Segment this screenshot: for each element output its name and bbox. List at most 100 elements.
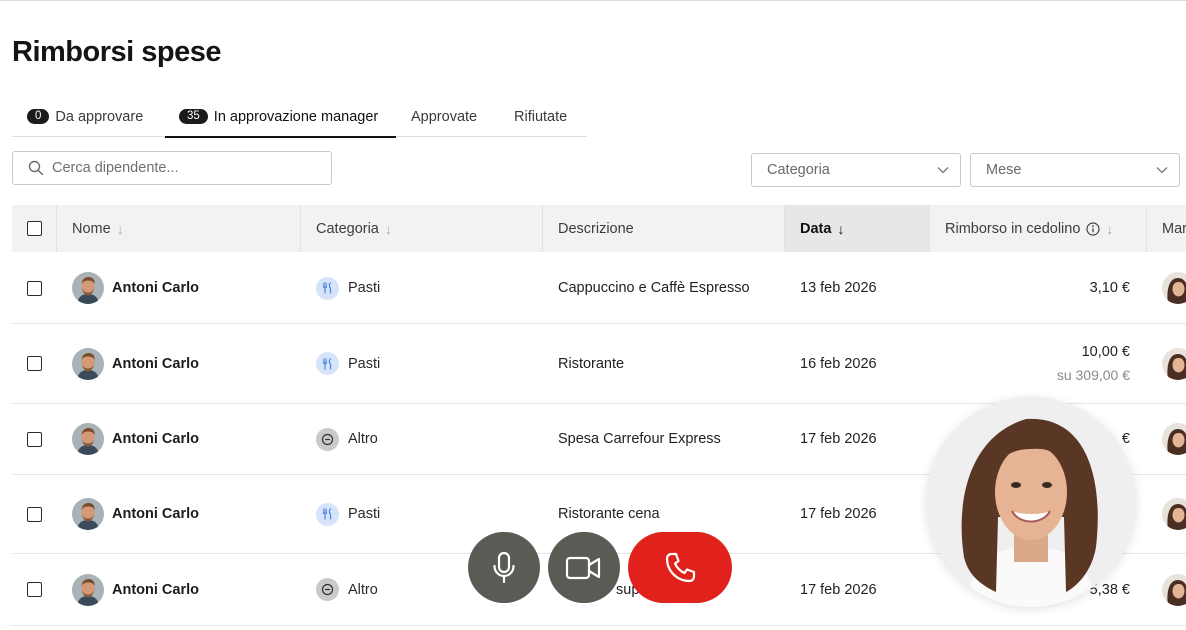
employee-name: Antoni Carlo — [112, 280, 199, 296]
description-cell: Ristorante — [558, 324, 624, 403]
column-header-label: Nome — [72, 220, 111, 237]
date-cell: 17 feb 2026 — [800, 475, 877, 553]
phone-end-icon — [665, 552, 696, 582]
chevron-down-icon — [937, 167, 949, 174]
minus-circle-icon — [316, 427, 339, 451]
month-filter-label: Mese — [986, 162, 1022, 178]
date-cell: 17 feb 2026 — [800, 554, 877, 625]
fork-knife-icon — [316, 502, 339, 526]
table-header: Nome ↓ Categoria ↓ Descrizione Data ↓ Rimbo… — [12, 205, 1186, 252]
row-checkbox[interactable] — [26, 356, 42, 371]
row-select-cell — [12, 404, 56, 474]
tab-label: In approvazione manager — [213, 108, 379, 125]
avatar — [72, 574, 104, 606]
tab-approvate[interactable]: Approvate — [396, 96, 499, 137]
tab-label: Da approvare — [55, 108, 144, 125]
column-header-date[interactable]: Data ↓ — [784, 205, 929, 252]
row-checkbox[interactable] — [26, 506, 42, 522]
table-row[interactable]: Antoni Carlo Pasti Ristorante 16 feb 202… — [12, 324, 1186, 404]
date-text: 16 feb 2026 — [800, 355, 877, 372]
category-label: Altro — [348, 431, 378, 447]
description-cell: Cappuccino e Caffè Espresso — [558, 253, 750, 323]
column-header-category[interactable]: Categoria ↓ — [300, 205, 542, 252]
description-text: Spesa Carrefour Express — [558, 431, 721, 447]
date-text: 17 feb 2026 — [800, 431, 877, 447]
column-header-manager[interactable]: Mar — [1146, 205, 1186, 252]
row-checkbox[interactable] — [26, 280, 42, 296]
manager-avatar — [1162, 348, 1186, 380]
category-cell: Altro — [316, 404, 378, 474]
amount-value: 10,00 € — [1081, 344, 1130, 360]
avatar — [72, 423, 104, 455]
info-icon[interactable] — [1086, 221, 1101, 236]
category-label: Pasti — [348, 355, 381, 372]
select-all-checkbox[interactable] — [26, 221, 42, 236]
employee-cell[interactable]: Antoni Carlo — [72, 554, 199, 625]
tab-label: Rifiutate — [514, 108, 568, 125]
month-filter-select[interactable]: Mese — [970, 153, 1180, 187]
manager-avatar — [1162, 272, 1186, 304]
top-divider — [0, 0, 1186, 1]
category-filter-label: Categoria — [767, 162, 830, 178]
microphone-icon — [493, 551, 515, 583]
employee-name: Antoni Carlo — [112, 506, 199, 522]
row-checkbox[interactable] — [26, 431, 42, 447]
category-label: Altro — [348, 581, 378, 598]
sort-arrow-icon: ↓ — [116, 220, 124, 237]
description-text: Ristorante — [558, 355, 625, 372]
search-input[interactable] — [52, 160, 312, 176]
amount-cell: 3,10 € — [929, 253, 1130, 323]
participant-video-thumbnail[interactable] — [926, 397, 1136, 607]
description-text: Cappuccino e Caffè Espresso — [558, 280, 750, 296]
video-camera-icon — [565, 556, 601, 579]
date-text: 17 feb 2026 — [800, 581, 877, 598]
manager-cell — [1162, 475, 1186, 553]
table-row[interactable]: Antoni Carlo Pasti Cappuccino e Caffè Es… — [12, 253, 1186, 324]
tab-in-approvazione-manager[interactable]: 35 In approvazione manager — [165, 96, 396, 138]
search-box — [12, 151, 332, 185]
category-label: Pasti — [348, 506, 381, 522]
toggle-camera-button[interactable] — [548, 532, 620, 603]
category-filter-select[interactable]: Categoria — [751, 153, 961, 187]
mute-microphone-button[interactable] — [468, 532, 540, 603]
participant-video-image — [926, 397, 1136, 607]
manager-cell — [1162, 554, 1186, 625]
tab-label: Approvate — [411, 108, 478, 125]
manager-avatar — [1162, 423, 1186, 455]
amount-total: su 309,00 € — [1056, 367, 1130, 383]
amount-value: € — [1121, 431, 1130, 447]
column-header-name[interactable]: Nome ↓ — [56, 205, 300, 252]
minus-circle-icon — [316, 578, 339, 601]
column-header-label: Rimborso in cedolino — [945, 220, 1081, 237]
employee-name: Antoni Carlo — [112, 581, 199, 598]
search-icon — [28, 160, 44, 176]
column-header-label: Descrizione — [558, 220, 634, 237]
description-text: Ristorante cena — [558, 506, 660, 522]
employee-cell[interactable]: Antoni Carlo — [72, 475, 199, 553]
date-text: 13 feb 2026 — [800, 280, 877, 296]
fork-knife-icon — [316, 276, 339, 300]
avatar — [72, 272, 104, 304]
column-header-label: Categoria — [316, 220, 379, 237]
avatar — [72, 348, 104, 380]
manager-cell — [1162, 324, 1186, 403]
end-call-button[interactable] — [628, 532, 732, 603]
employee-cell[interactable]: Antoni Carlo — [72, 253, 199, 323]
employee-cell[interactable]: Antoni Carlo — [72, 324, 199, 403]
employee-cell[interactable]: Antoni Carlo — [72, 404, 199, 474]
row-select-cell — [12, 475, 56, 553]
manager-avatar — [1162, 498, 1186, 530]
chevron-down-icon — [1156, 167, 1168, 174]
tab-rifiutate[interactable]: Rifiutate — [499, 96, 587, 137]
amount-cell: 10,00 € su 309,00 € — [929, 324, 1130, 403]
amount-value: 3,10 € — [1089, 280, 1130, 296]
status-tabs: 0 Da approvare 35 In approvazione manage… — [12, 96, 587, 138]
date-cell: 13 feb 2026 — [800, 253, 877, 323]
tab-da-approvare[interactable]: 0 Da approvare — [12, 96, 165, 137]
manager-cell — [1162, 404, 1186, 474]
page-title: Rimborsi spese — [12, 36, 221, 68]
category-cell: Pasti — [316, 253, 380, 323]
row-checkbox[interactable] — [26, 582, 42, 597]
row-select-cell — [12, 253, 56, 323]
column-header-reimbursement[interactable]: Rimborso in cedolino ↓ — [929, 205, 1146, 252]
